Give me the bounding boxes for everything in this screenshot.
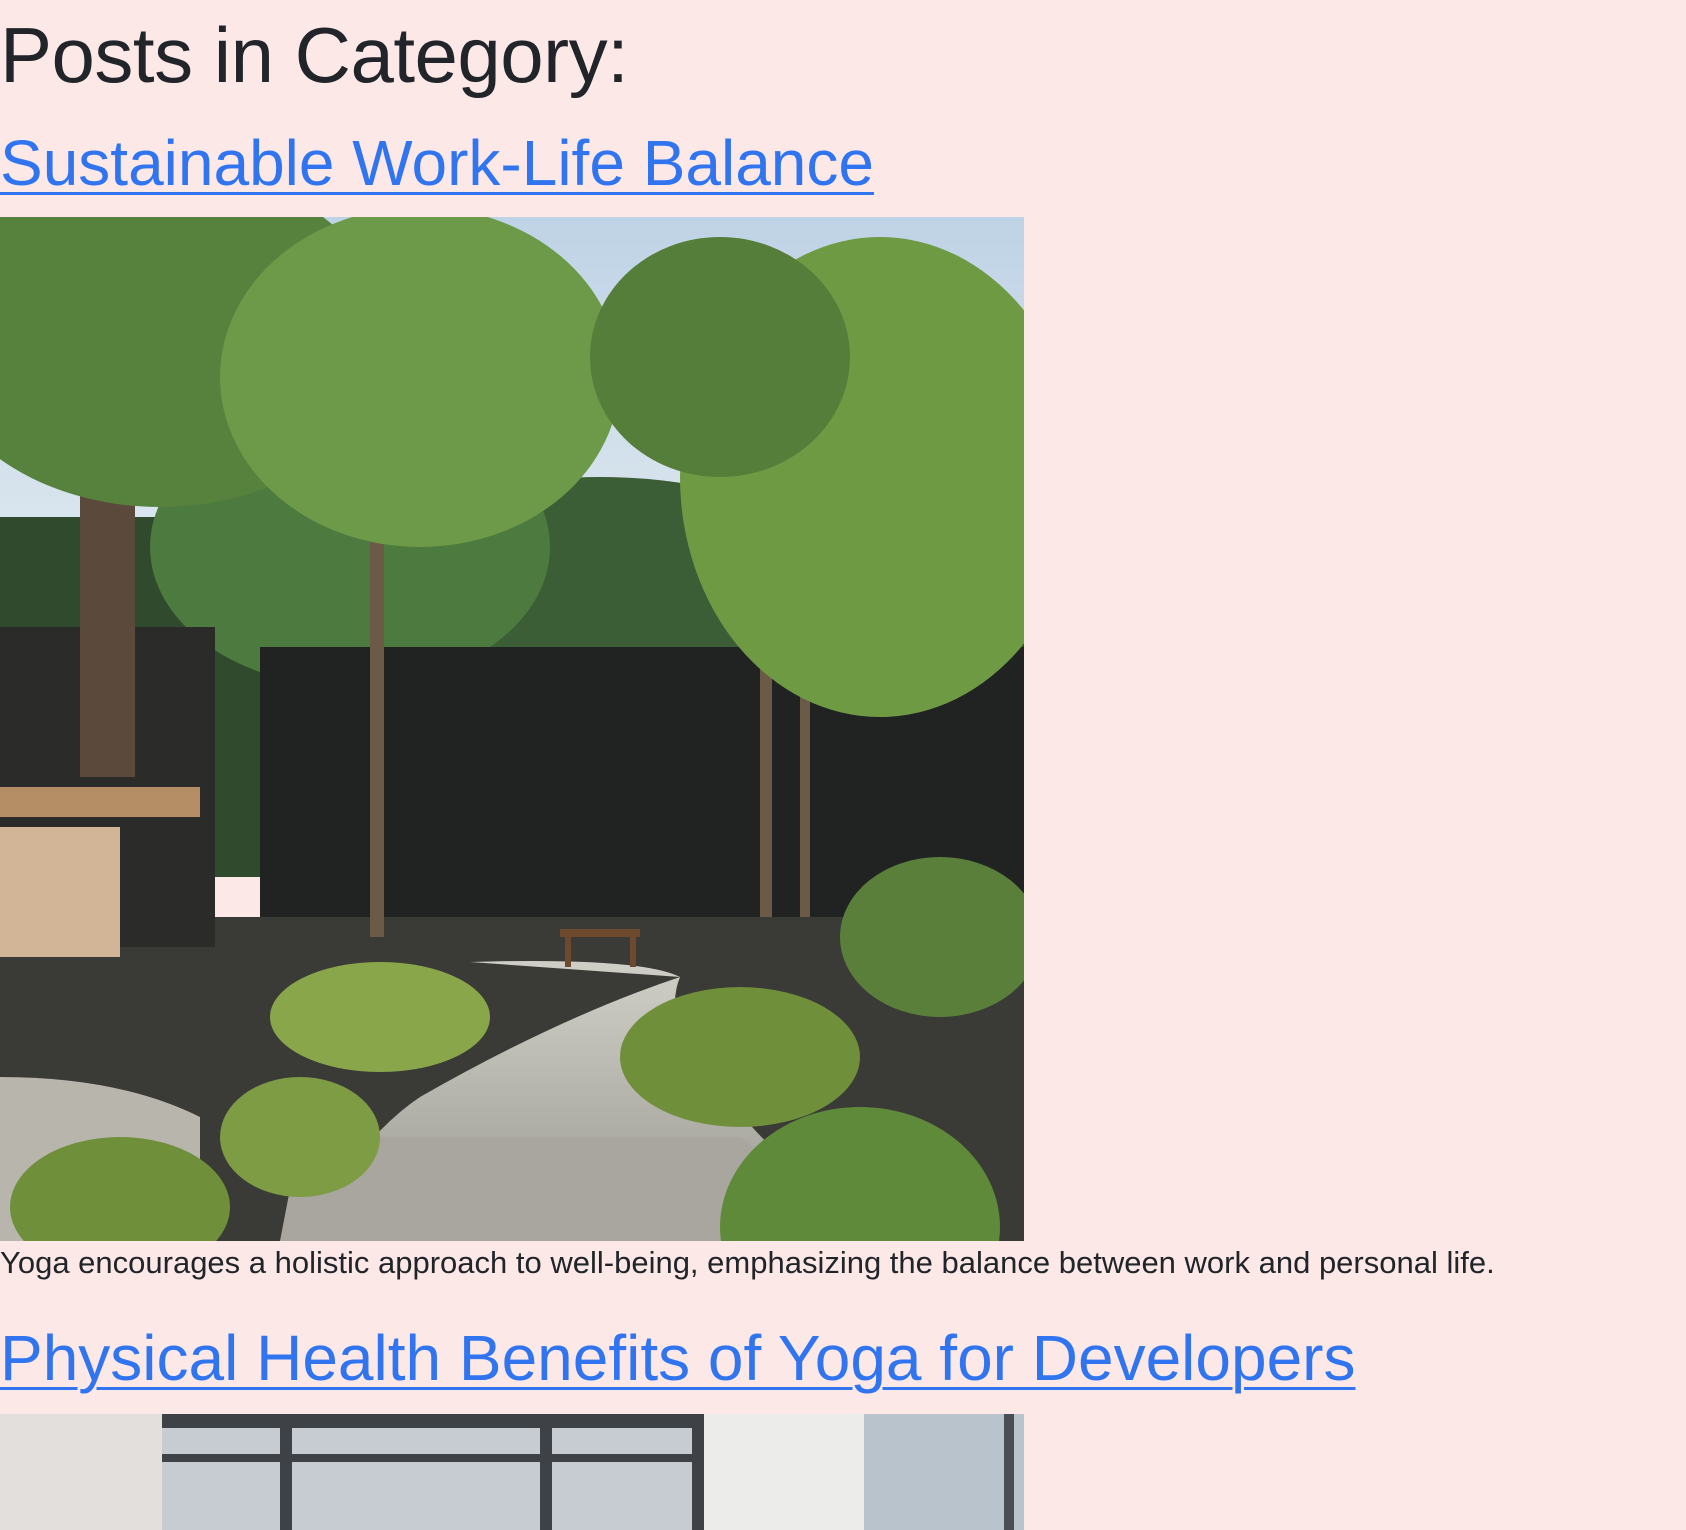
post-title: Physical Health Benefits of Yoga for Dev… [0, 1326, 1355, 1390]
post-title: Sustainable Work-Life Balance [0, 131, 874, 195]
post-title-link[interactable]: Physical Health Benefits of Yoga for Dev… [0, 1322, 1355, 1394]
post-image [0, 1414, 1024, 1530]
garden-path-illustration [0, 217, 1024, 1241]
office-window-illustration [0, 1414, 1024, 1530]
page-title: Posts in Category: [0, 11, 629, 99]
post-image [0, 217, 1024, 1241]
post-title-link[interactable]: Sustainable Work-Life Balance [0, 127, 874, 199]
category-page: Posts in Category: Sustainable Work-Life… [0, 0, 1686, 1530]
post-excerpt: Yoga encourages a holistic approach to w… [0, 1245, 1495, 1280]
